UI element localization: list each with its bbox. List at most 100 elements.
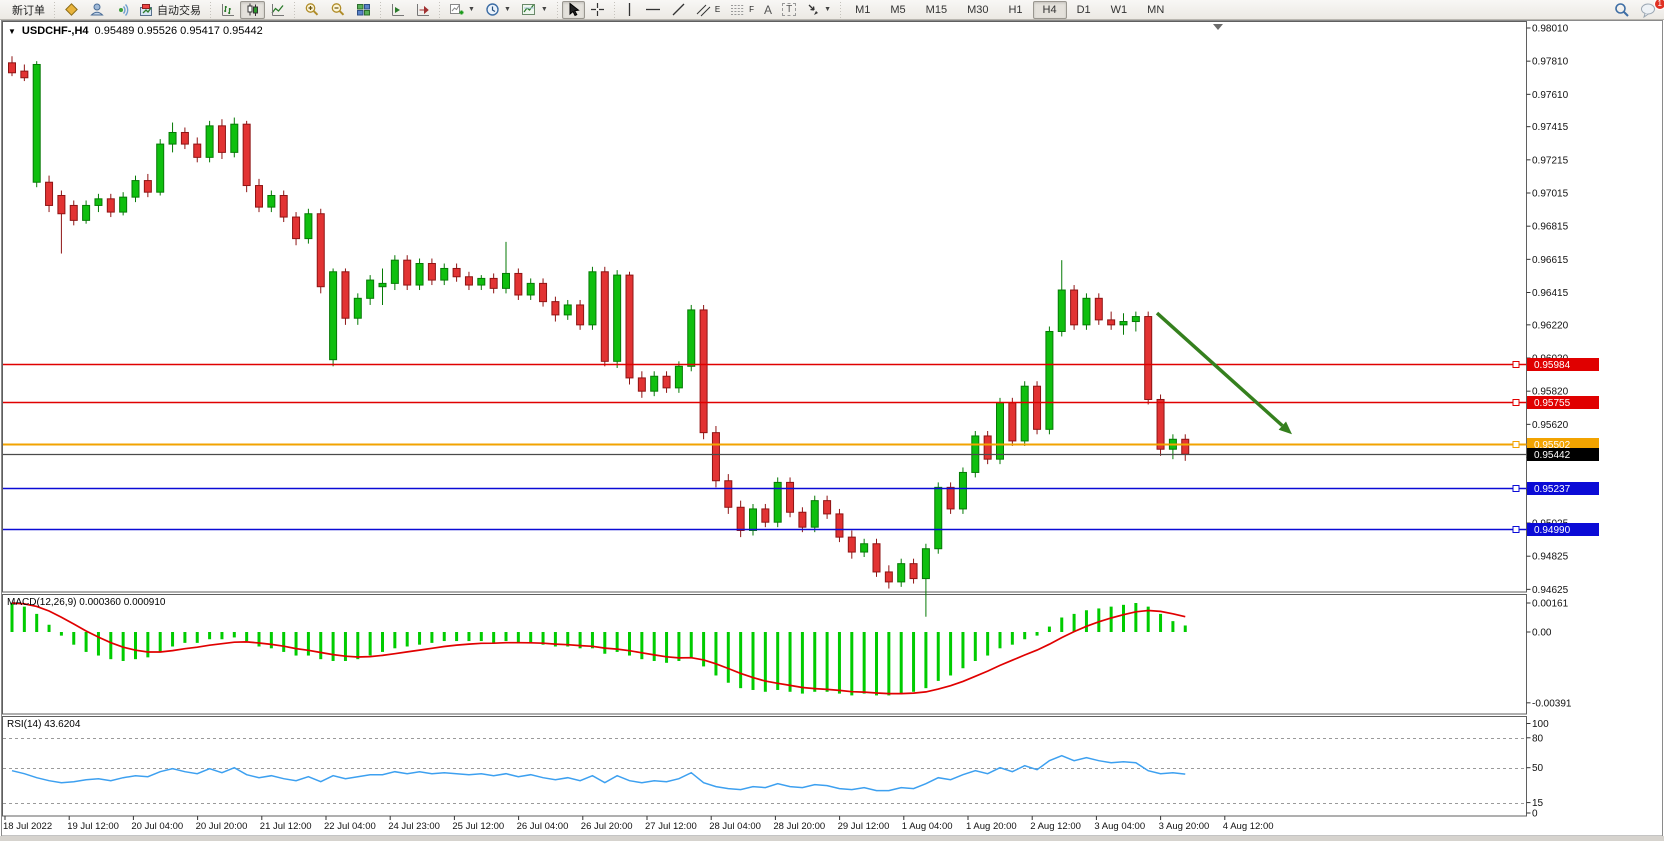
fibonacci-tool-button[interactable]: F: [725, 1, 759, 19]
macd-histogram-bar: [196, 632, 199, 643]
signal-icon: [114, 2, 129, 17]
chart-title-bar[interactable]: ▼ USDCHF-,H4 0.95489 0.95526 0.95417 0.9…: [8, 25, 263, 37]
bull-candle: [527, 283, 534, 295]
vertical-line-tool-button[interactable]: [619, 1, 640, 19]
toolbar-separator: [52, 2, 57, 18]
macd-histogram-bar: [949, 632, 952, 675]
bear-candle: [577, 305, 584, 325]
text-tool-button[interactable]: A: [759, 1, 777, 19]
chart-canvas[interactable]: 0.980100.978100.976100.974150.972150.970…: [0, 0, 1664, 841]
macd-histogram-bar: [1134, 603, 1137, 632]
toolbar-separator: [612, 2, 617, 18]
search-button[interactable]: [1609, 1, 1635, 19]
bull-candle: [922, 549, 929, 579]
toolbar-separator: [437, 2, 442, 18]
line-handle-marker: [1513, 442, 1519, 448]
bull-candle: [391, 260, 398, 283]
line-handle-marker: [1513, 362, 1519, 368]
svg-text:0.96815: 0.96815: [1532, 222, 1569, 233]
bull-candle: [416, 263, 423, 285]
arrows-tool-button[interactable]: ▼: [801, 1, 836, 19]
macd-histogram-bar: [60, 632, 63, 636]
svg-text:0.96615: 0.96615: [1532, 255, 1569, 266]
svg-text:0.00: 0.00: [1532, 628, 1552, 639]
macd-histogram-bar: [924, 632, 927, 688]
svg-text:0.95620: 0.95620: [1532, 420, 1569, 431]
zoom-out-button[interactable]: [325, 1, 351, 19]
svg-text:0.95984: 0.95984: [1534, 360, 1571, 371]
bear-candle: [1145, 317, 1152, 400]
timeframe-m5-button[interactable]: M5: [880, 1, 915, 19]
bear-candle: [490, 278, 497, 288]
candlestick-chart-type-button[interactable]: [240, 1, 265, 19]
macd-histogram-bar: [134, 632, 137, 659]
macd-histogram-bar: [480, 632, 483, 641]
bear-candle: [194, 144, 201, 157]
macd-histogram-bar: [1036, 632, 1039, 636]
auto-scroll-button[interactable]: [385, 1, 410, 19]
toolbar-separator: [378, 2, 383, 18]
svg-text:0.98010: 0.98010: [1532, 24, 1569, 35]
bull-candle: [589, 272, 596, 325]
macd-histogram-bar: [307, 632, 310, 656]
person-icon: [89, 2, 104, 17]
timeframe-m30-button[interactable]: M30: [957, 1, 998, 19]
dropdown-caret-icon: ▼: [468, 6, 475, 13]
auto-trading-button[interactable]: 自动交易: [134, 1, 206, 19]
line-handle-marker: [1513, 400, 1519, 406]
bear-candle: [910, 564, 917, 579]
bull-candle: [206, 126, 213, 158]
zoom-in-button[interactable]: [299, 1, 325, 19]
line-handle-marker: [1513, 486, 1519, 492]
time-axis-label: 27 Jul 12:00: [645, 821, 697, 832]
timeframe-w1-button[interactable]: W1: [1101, 1, 1138, 19]
new-order-button[interactable]: 新订单: [7, 1, 50, 19]
window-bottom-edge: [0, 836, 1664, 841]
channel-tool-button[interactable]: E: [691, 1, 725, 19]
templates-button[interactable]: ▼: [516, 1, 553, 19]
chat-button[interactable]: 1: [1635, 1, 1662, 19]
auto-trading-icon: [139, 2, 154, 17]
fibo-tool-tag: F: [749, 5, 754, 14]
horizontal-line-tool-button[interactable]: [640, 1, 666, 19]
bear-candle: [885, 572, 892, 582]
new-order-label: 新订单: [12, 2, 45, 18]
bear-candle: [1009, 403, 1016, 441]
chart-symbol-title: USDCHF-,H4: [22, 25, 89, 37]
market-depth-button[interactable]: [59, 1, 84, 19]
macd-histogram-bar: [369, 632, 372, 656]
timeframe-d1-button[interactable]: D1: [1067, 1, 1101, 19]
chart-shift-button[interactable]: [410, 1, 435, 19]
trendline-tool-button[interactable]: [666, 1, 691, 19]
macd-histogram-bar: [146, 632, 149, 657]
timeframe-mn-button[interactable]: MN: [1137, 1, 1174, 19]
bar-chart-type-button[interactable]: [215, 1, 240, 19]
time-axis-label: 3 Aug 04:00: [1094, 821, 1145, 832]
bear-candle: [218, 126, 225, 153]
bear-candle: [428, 263, 435, 280]
rsi-indicator-label: RSI(14) 43.6204: [7, 719, 80, 730]
timeframe-h1-button[interactable]: H1: [998, 1, 1032, 19]
signals-button[interactable]: [109, 1, 134, 19]
bear-candle: [824, 501, 831, 514]
tile-windows-button[interactable]: [351, 1, 376, 19]
timeframe-m15-button[interactable]: M15: [916, 1, 957, 19]
community-button[interactable]: [84, 1, 109, 19]
periods-button[interactable]: ▼: [480, 1, 516, 19]
indicators-button[interactable]: ▼: [444, 1, 480, 19]
cursor-tool-button[interactable]: [562, 1, 585, 19]
bull-candle: [441, 268, 448, 280]
macd-histogram-bar: [1097, 608, 1100, 632]
timeframe-h4-button[interactable]: H4: [1033, 1, 1067, 19]
timeframe-m1-button[interactable]: M1: [845, 1, 880, 19]
timeframe-label: M5: [885, 4, 910, 16]
bear-candle: [873, 544, 880, 572]
chart-dropdown-icon[interactable]: ▼: [8, 27, 16, 36]
crosshair-tool-button[interactable]: [585, 1, 610, 19]
svg-text:0.97810: 0.97810: [1532, 57, 1569, 68]
label-tool-button[interactable]: T: [777, 1, 801, 19]
toolbar-separator: [292, 2, 297, 18]
macd-histogram-bar: [640, 632, 643, 659]
macd-histogram-bar: [159, 632, 162, 652]
line-chart-type-button[interactable]: [265, 1, 290, 19]
